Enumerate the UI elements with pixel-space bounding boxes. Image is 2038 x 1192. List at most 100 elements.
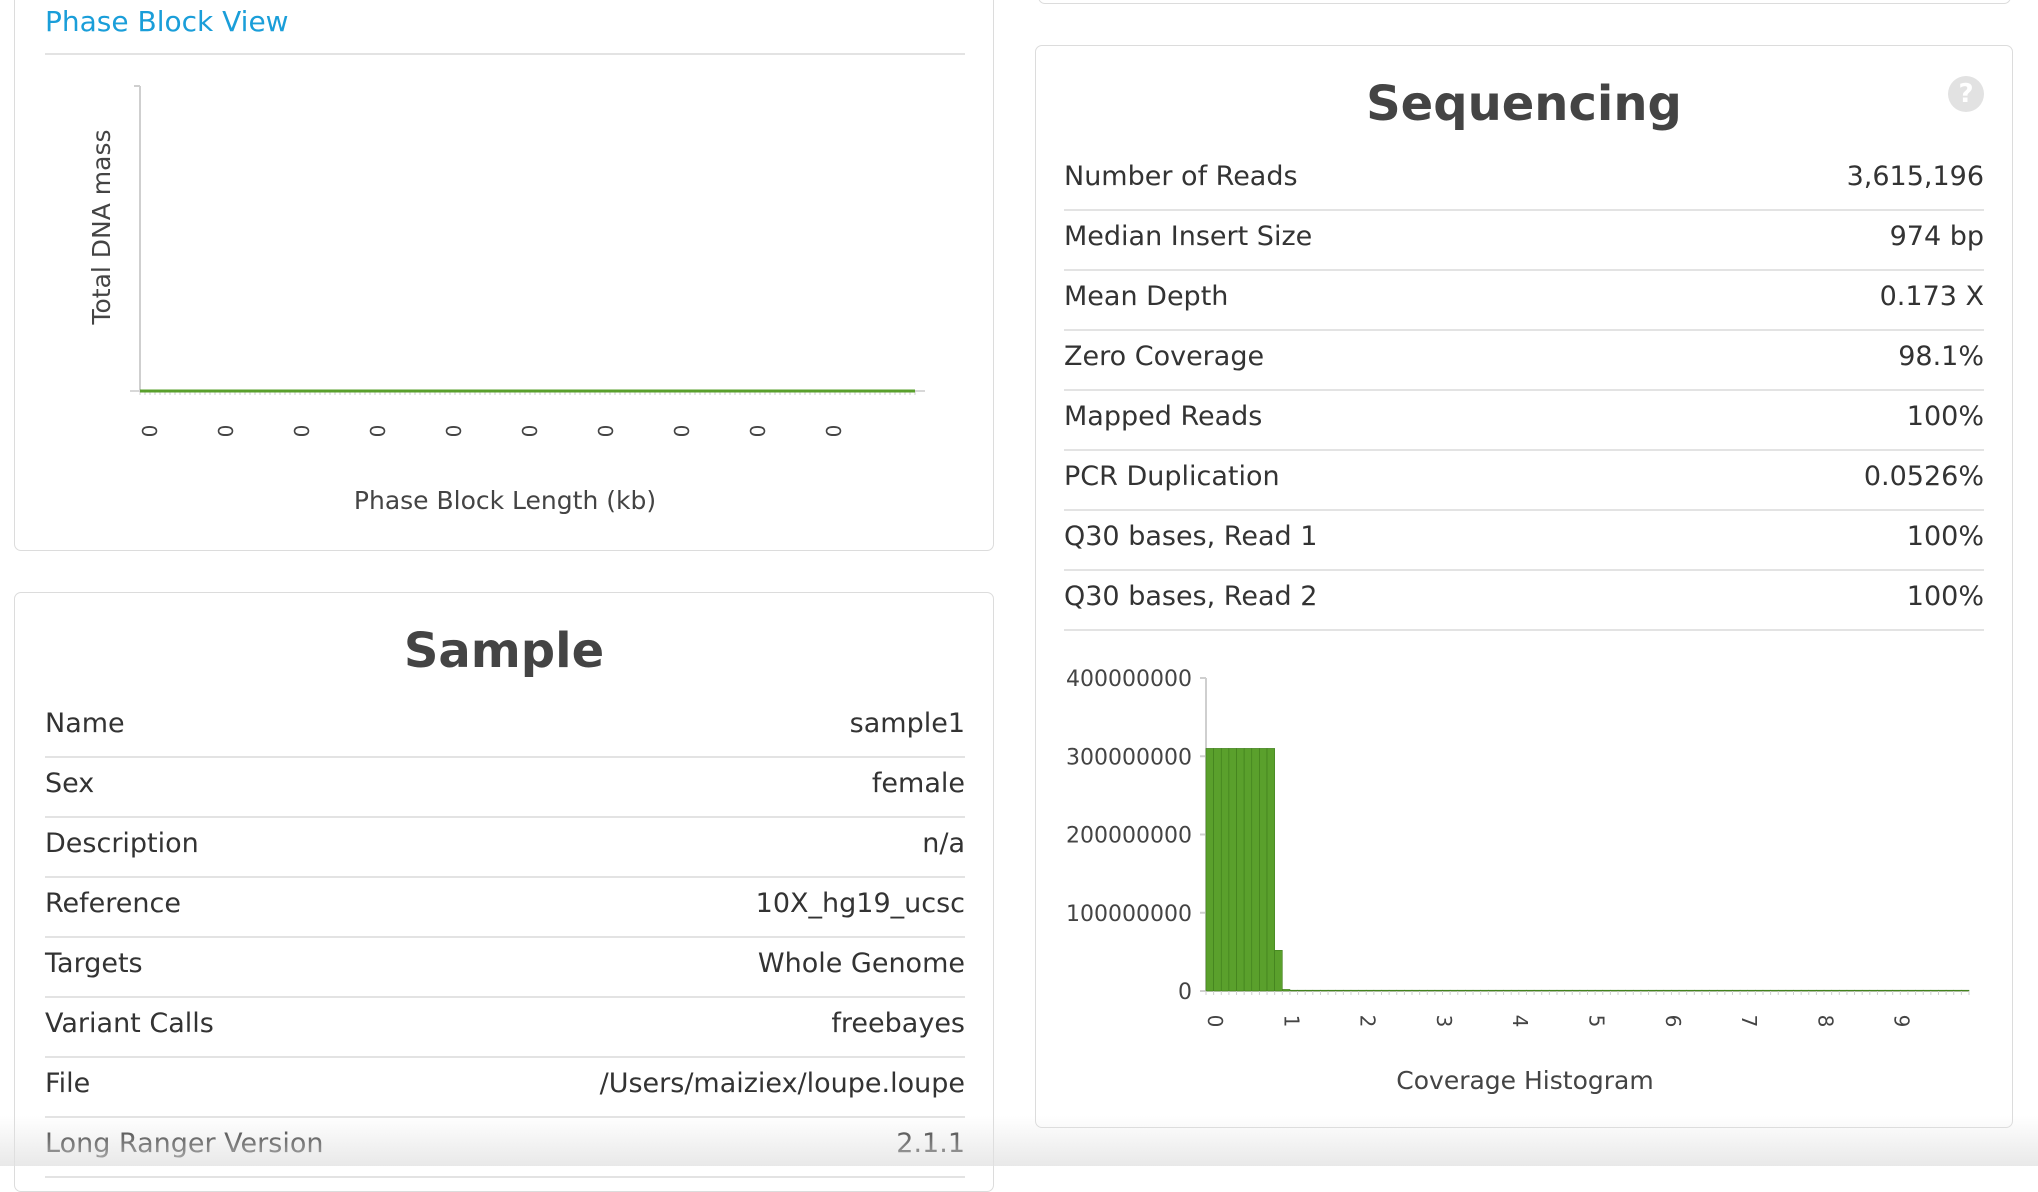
histogram-bar [1648, 989, 1657, 992]
histogram-bar [1724, 989, 1733, 992]
sample-row-value: female [871, 768, 965, 799]
histogram-bar [1808, 989, 1817, 992]
histogram-bar [1304, 989, 1314, 992]
histogram-bar [1510, 989, 1520, 992]
x-tick-label: 0 [593, 425, 617, 438]
histogram-bar [1877, 989, 1886, 992]
sample-row: File/Users/maiziex/loupe.loupe [45, 1058, 965, 1118]
sample-card: Sample Name sample1 Sex female Description n/… [14, 592, 994, 1192]
histogram-bar [1259, 748, 1268, 992]
histogram-bar [1396, 989, 1405, 992]
sample-row-label: Variant Calls [45, 1008, 214, 1039]
histogram-bar [1243, 748, 1253, 992]
histogram-bar [1816, 989, 1825, 992]
histogram-bar [1404, 989, 1413, 992]
x-tick-label: 0 [289, 425, 313, 438]
histogram-bar [1343, 989, 1352, 992]
histogram-bar [1900, 989, 1909, 992]
phase-block-chart: Total DNA mass Phase Block Length (kb) 0… [87, 85, 925, 515]
x-tick-label: 3 [1432, 1015, 1456, 1028]
x-tick-label: 6 [1661, 1015, 1685, 1028]
histogram-bar [1762, 989, 1771, 992]
sample-row-value: Whole Genome [757, 948, 965, 979]
histogram-bar [1472, 989, 1481, 992]
histogram-bar [1587, 989, 1596, 992]
histogram-bar [1488, 989, 1497, 992]
histogram-bar [1564, 989, 1573, 992]
histogram-bar [1915, 989, 1924, 992]
histogram-bar [1320, 989, 1329, 992]
histogram-bar [1755, 989, 1764, 992]
x-tick-label: 8 [1813, 1015, 1837, 1028]
sample-row-value: freebayes [831, 1008, 965, 1039]
x-tick-label: 0 [137, 425, 161, 438]
histogram-bar [1922, 989, 1932, 992]
sample-row-value: /Users/maiziex/loupe.loupe [599, 1068, 965, 1099]
histogram-bar [1594, 989, 1604, 992]
sample-row-label: File [45, 1068, 91, 1099]
histogram-bar [1518, 989, 1527, 992]
y-tick-label: 100000000 [1066, 902, 1192, 927]
histogram-bar [1854, 989, 1863, 992]
sample-row: Long Ranger Version 2.1.1 [45, 1118, 965, 1178]
histogram-bar [1442, 989, 1451, 992]
sample-row-value: 2.1.1 [896, 1128, 965, 1159]
previous-card-edge [1038, 0, 2011, 4]
histogram-bar [1411, 989, 1420, 992]
histogram-bar [1526, 989, 1535, 992]
histogram-bar [1770, 989, 1779, 992]
histogram-bar [1709, 989, 1718, 992]
x-tick-label: 0 [213, 425, 237, 438]
histogram-bar [1907, 989, 1916, 992]
histogram-bar [1228, 748, 1237, 992]
histogram-bar [1335, 989, 1344, 992]
x-tick-label: 1 [1279, 1015, 1303, 1028]
histogram-bar [1701, 989, 1710, 992]
histogram-bar [1945, 989, 1955, 992]
histogram-bar [1503, 989, 1512, 992]
x-tick-label: 4 [1508, 1015, 1532, 1028]
histogram-bar [1732, 989, 1741, 992]
histogram-bar [1823, 989, 1832, 992]
histogram-bar [1884, 989, 1894, 992]
sample-row-label: Reference [45, 888, 181, 919]
histogram-bar [1426, 989, 1436, 992]
sample-row-label: Sex [45, 768, 95, 799]
x-tick-label: 7 [1737, 1015, 1761, 1028]
histogram-bar [1961, 989, 1970, 992]
histogram-bar [1541, 989, 1550, 992]
sample-row-value: sample1 [849, 708, 965, 739]
histogram-bar [1846, 989, 1855, 992]
histogram-bar [1282, 989, 1291, 992]
y-tick-label: 0 [1178, 980, 1192, 1005]
y-axis-label: Total DNA mass [87, 129, 116, 325]
histogram-bar [1465, 989, 1474, 992]
histogram-bar [1793, 989, 1802, 992]
sample-row: Description n/a [45, 818, 965, 878]
histogram-bar [1236, 748, 1245, 992]
histogram-bar [1251, 748, 1260, 992]
histogram-bar [1365, 989, 1375, 992]
sample-row: Name sample1 [45, 698, 965, 758]
histogram-bar [1266, 748, 1275, 992]
histogram-bar [1785, 989, 1794, 992]
histogram-bar [1381, 989, 1390, 992]
sample-row: Reference 10X_hg19_ucsc [45, 878, 965, 938]
histogram-bar [1533, 989, 1543, 992]
x-axis-label: Phase Block Length (kb) [354, 486, 656, 515]
histogram-bar [1358, 989, 1367, 992]
sample-title: Sample [403, 623, 605, 679]
y-tick-label: 200000000 [1066, 824, 1192, 849]
x-tick-label: 9 [1890, 1015, 1914, 1028]
histogram-bar [1678, 989, 1687, 992]
histogram-bar [1938, 989, 1947, 992]
histogram-bar [1327, 989, 1337, 992]
sample-row: Targets Whole Genome [45, 938, 965, 998]
x-tick-label: 0 [745, 425, 769, 438]
histogram-bar [1419, 989, 1428, 992]
histogram-bar [1549, 989, 1558, 992]
histogram-bar [1861, 989, 1871, 992]
histogram-bar [1694, 989, 1703, 992]
sample-row-label: Name [45, 708, 125, 739]
histogram-bar [1777, 989, 1787, 992]
